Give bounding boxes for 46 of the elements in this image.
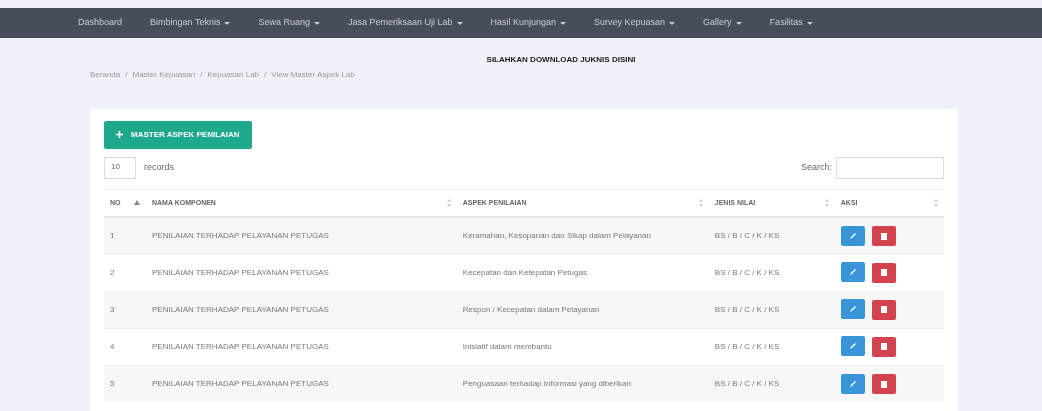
table-cell: 5 (104, 365, 146, 402)
edit-button[interactable] (840, 262, 865, 283)
pencil-icon (848, 379, 857, 388)
edit-button[interactable] (840, 225, 865, 246)
table-cell: Respon / Kecepatan dalam Pelayanan (456, 291, 709, 328)
plus-icon (116, 131, 123, 138)
search-field[interactable] (836, 156, 944, 179)
edit-button[interactable] (840, 373, 865, 394)
nav-link[interactable]: Sewa Ruang (246, 8, 332, 38)
delete-button[interactable] (871, 336, 896, 357)
table-cell: PENILAIAN TERHADAP PELAYANAN PETUGAS (146, 291, 457, 328)
edit-button[interactable] (840, 299, 865, 320)
table-cell: Penguasaan terhadap Informasi yang diberikan (456, 365, 709, 402)
breadcrumb-separator: / (200, 68, 203, 81)
table-cell: Keramahan, Kesopanan dan Sikap dalam Pelayanan (456, 217, 709, 254)
pencil-icon (848, 305, 857, 314)
delete-button[interactable] (871, 374, 896, 394)
delete-button[interactable] (871, 262, 896, 283)
nav-link[interactable]: Jasa Pemeriksaan Uji Lab (335, 8, 475, 38)
nav-link[interactable]: Survey Kepuasan (582, 8, 688, 38)
add-button[interactable]: MASTER ASPEK PENILAIAN (104, 120, 252, 149)
table-cell: BS / B / C / K / KS (708, 365, 835, 402)
pencil-icon (848, 268, 857, 277)
nav-link[interactable]: Bimbingan Teknis (138, 8, 243, 38)
table-cell: PENILAIAN TERHADAP PELAYANAN PETUGAS (146, 365, 457, 402)
edit-button[interactable] (840, 336, 865, 357)
delete-button[interactable] (871, 299, 896, 320)
breadcrumb-separator: / (125, 68, 128, 81)
table-cell: BS / B / C / K / KS (708, 291, 835, 328)
length-select[interactable]: 10 (104, 156, 136, 179)
nav-link[interactable]: Dashboard (66, 8, 135, 38)
breadcrumb-separator: / (264, 68, 267, 81)
delete-button[interactable] (871, 226, 896, 246)
table-cell: 1 (104, 217, 146, 254)
search-label: Search: (800, 160, 832, 174)
records-label: records (144, 160, 174, 174)
pencil-icon (848, 342, 857, 351)
nav-link[interactable]: Hasil Kunjungan (478, 8, 579, 38)
nav-link[interactable]: Gallery (691, 8, 754, 38)
table-cell: PENILAIAN TERHADAP PELAYANAN PETUGAS (146, 217, 457, 254)
table-cell: BS / B / C / K / KS (708, 217, 835, 254)
breadcrumb-item: View Master Aspek Lab (271, 68, 355, 81)
pencil-icon (848, 231, 857, 240)
download-link[interactable]: SILAHKAN DOWNLOAD JUKNIS DISINI (406, 54, 636, 66)
table-cell: 3 (104, 291, 146, 328)
nav-link[interactable]: Fasilitas (757, 8, 825, 38)
